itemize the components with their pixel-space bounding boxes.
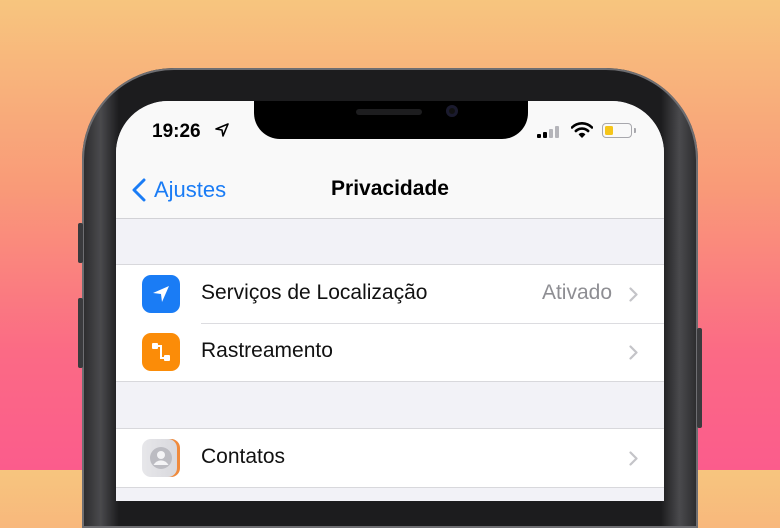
- cellular-signal-icon: [537, 126, 559, 138]
- front-camera: [446, 105, 458, 117]
- wifi-icon: [571, 122, 593, 138]
- settings-row-label: Contatos: [201, 445, 286, 468]
- battery-icon: [602, 123, 636, 138]
- volume-button: [78, 298, 83, 368]
- settings-row-location-services[interactable]: Serviços de Localização Ativado: [116, 265, 664, 323]
- chevron-right-icon: [629, 451, 638, 466]
- volume-button: [78, 223, 83, 263]
- settings-row-tracking[interactable]: Rastreamento: [116, 323, 664, 381]
- phone-screen: 19:26 Ajustes Privacidade Serviços de Lo…: [116, 101, 664, 501]
- speaker-grille: [356, 109, 422, 115]
- location-arrow-icon: [215, 123, 229, 137]
- location-arrow-icon: [142, 275, 180, 313]
- power-button: [697, 328, 702, 428]
- battery-level: [605, 126, 613, 135]
- settings-row-contacts[interactable]: Contatos: [116, 429, 664, 487]
- notch: [254, 101, 528, 139]
- chevron-right-icon: [629, 287, 638, 302]
- tracking-icon: [142, 333, 180, 371]
- page-title: Privacidade: [331, 177, 449, 200]
- settings-group-privacy: Serviços de Localização Ativado Rastream…: [116, 264, 664, 382]
- settings-row-value: Ativado: [541, 281, 612, 304]
- chevron-right-icon: [629, 345, 638, 360]
- settings-row-label: Rastreamento: [201, 339, 333, 362]
- status-time: 19:26: [152, 121, 201, 142]
- contacts-icon: [142, 439, 180, 477]
- navigation-bar: Ajustes Privacidade: [116, 161, 664, 219]
- settings-group-apps: Contatos: [116, 428, 664, 488]
- settings-row-label: Serviços de Localização: [201, 281, 428, 304]
